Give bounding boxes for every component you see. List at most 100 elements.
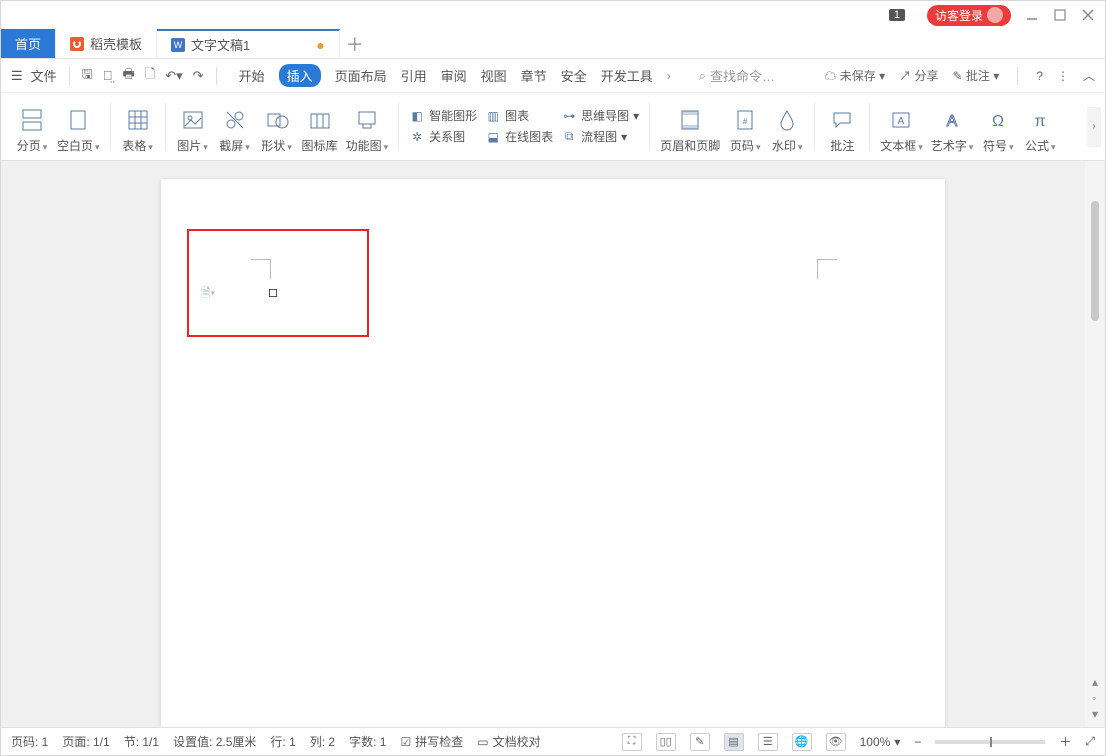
eye-protect-icon[interactable]: 👁 bbox=[826, 733, 846, 751]
symbol-icon: Ω bbox=[985, 107, 1011, 133]
command-search[interactable]: ⌕ 查找命令… bbox=[699, 66, 775, 85]
equation-button[interactable]: π 公式 bbox=[1023, 98, 1057, 154]
status-indent[interactable]: 设置值: 2.5厘米 bbox=[173, 733, 256, 750]
menu-insert[interactable]: 插入 bbox=[279, 64, 321, 87]
flowchart-button[interactable]: ⧉流程图 ▾ bbox=[561, 128, 639, 145]
features-button[interactable]: 功能图 bbox=[346, 98, 389, 154]
menu-dev-tools[interactable]: 开发工具 bbox=[601, 66, 653, 85]
more-icon[interactable]: ⋮ bbox=[1057, 69, 1069, 83]
status-row[interactable]: 行: 1 bbox=[270, 733, 295, 750]
status-page[interactable]: 页面: 1/1 bbox=[62, 733, 109, 750]
menu-start[interactable]: 开始 bbox=[239, 66, 265, 85]
proofread-button[interactable]: ▭ 文档校对 bbox=[477, 733, 540, 750]
flowchart-icon: ⧉ bbox=[561, 129, 577, 145]
document-page[interactable]: 🗎▾ bbox=[161, 179, 945, 727]
word-art-button[interactable]: A 艺术字 bbox=[931, 98, 974, 154]
ribbon-side-collapse-icon[interactable]: › bbox=[1087, 107, 1101, 147]
relation-chart-button[interactable]: ✲关系图 bbox=[409, 128, 477, 145]
status-section[interactable]: 节: 1/1 bbox=[124, 733, 159, 750]
annotate-button[interactable]: ✎ 批注 ▾ bbox=[953, 67, 1000, 84]
menu-page-layout[interactable]: 页面布局 bbox=[335, 66, 387, 85]
hamburger-icon[interactable]: ☰ bbox=[11, 68, 23, 84]
login-button[interactable]: 访客登录 bbox=[927, 5, 1011, 26]
help-icon[interactable]: ? bbox=[1036, 69, 1043, 83]
comment-button[interactable]: 批注 bbox=[825, 98, 859, 154]
watermark-button[interactable]: 水印 bbox=[770, 98, 804, 154]
menu-security[interactable]: 安全 bbox=[561, 66, 587, 85]
icon-library-button[interactable]: 图标库 bbox=[302, 98, 338, 154]
new-tab-button[interactable]: ＋ bbox=[340, 29, 370, 58]
chart-button[interactable]: ▥图表 bbox=[485, 107, 553, 124]
scroll-down-icon[interactable]: ▾ bbox=[1092, 707, 1098, 721]
edit-mode-icon[interactable]: ✎ bbox=[690, 733, 710, 751]
page-view-icon[interactable]: ▤ bbox=[724, 733, 744, 751]
document-canvas[interactable]: 🗎▾ bbox=[1, 161, 1105, 727]
notification-badge[interactable]: 1 bbox=[889, 9, 905, 21]
web-view-icon[interactable]: 🌐 bbox=[792, 733, 812, 751]
undo-icon[interactable]: ↶▾ bbox=[165, 68, 182, 84]
screenshot-button[interactable]: 截屏 bbox=[218, 98, 252, 154]
print-preview-icon[interactable]: 🗋 bbox=[145, 65, 155, 87]
spell-check-button[interactable]: ☑ 拼写检查 bbox=[400, 733, 463, 750]
table-button[interactable]: 表格 bbox=[121, 98, 155, 154]
docer-icon bbox=[70, 37, 84, 51]
online-chart-icon: ⬓ bbox=[485, 129, 501, 145]
smart-graphic-button[interactable]: ◧智能图形 bbox=[409, 107, 477, 124]
menu-view[interactable]: 视图 bbox=[481, 66, 507, 85]
comment-icon bbox=[829, 107, 855, 133]
zoom-out-icon[interactable]: − bbox=[914, 735, 921, 749]
shape-button[interactable]: 形状 bbox=[260, 98, 294, 154]
file-menu[interactable]: 文件 bbox=[31, 66, 57, 85]
zoom-slider[interactable] bbox=[935, 740, 1045, 744]
collapse-ribbon-icon[interactable]: ︿ bbox=[1083, 67, 1095, 84]
status-page-number[interactable]: 页码: 1 bbox=[11, 733, 48, 750]
unsaved-button[interactable]: ☁ 未保存 ▾ bbox=[824, 67, 885, 84]
relation-icon: ✲ bbox=[409, 129, 425, 145]
zoom-value[interactable]: 100% ▾ bbox=[860, 735, 901, 749]
page-number-button[interactable]: # 页码 bbox=[728, 98, 762, 154]
mindmap-button[interactable]: ⊶思维导图 ▾ bbox=[561, 107, 639, 124]
mindmap-icon: ⊶ bbox=[561, 108, 577, 124]
vertical-scrollbar[interactable]: ▴ ◦ ▾ bbox=[1085, 161, 1105, 727]
blank-page-button[interactable]: 空白页 bbox=[57, 98, 100, 154]
paragraph-handle-icon[interactable]: 🗎▾ bbox=[201, 287, 217, 301]
print-icon[interactable]: 🖶 bbox=[123, 65, 135, 87]
document-title: 文字文稿1 bbox=[191, 35, 250, 54]
zoom-in-icon[interactable]: ＋ bbox=[1059, 733, 1071, 750]
fit-window-icon[interactable]: ⤢ bbox=[1085, 734, 1095, 749]
minimize-icon[interactable] bbox=[1025, 8, 1039, 22]
avatar-icon bbox=[987, 7, 1003, 23]
fullscreen-icon[interactable]: ⛶ bbox=[622, 733, 642, 751]
symbol-button[interactable]: Ω 符号 bbox=[981, 98, 1015, 154]
maximize-icon[interactable] bbox=[1053, 8, 1067, 22]
menu-overflow-icon[interactable]: › bbox=[667, 69, 671, 83]
status-char-count[interactable]: 字数: 1 bbox=[349, 733, 386, 750]
page-break-button[interactable]: 分页 bbox=[15, 98, 49, 154]
menu-review[interactable]: 审阅 bbox=[441, 66, 467, 85]
header-footer-button[interactable]: 页眉和页脚 bbox=[660, 98, 720, 154]
readmode-icon[interactable]: ▯▯ bbox=[656, 733, 676, 751]
close-icon[interactable] bbox=[1081, 8, 1095, 22]
scrollbar-thumb[interactable] bbox=[1091, 201, 1099, 321]
redo-icon[interactable]: ↷ bbox=[193, 68, 204, 84]
save-icon[interactable]: 🖫 bbox=[82, 65, 93, 87]
tab-templates[interactable]: 稻壳模板 bbox=[56, 29, 157, 58]
online-chart-button[interactable]: ⬓在线图表 bbox=[485, 128, 553, 145]
smart-graphic-icon: ◧ bbox=[409, 108, 425, 124]
share-button[interactable]: ↗ 分享 bbox=[899, 67, 938, 84]
status-col[interactable]: 列: 2 bbox=[310, 733, 335, 750]
tab-strip: 首页 稻壳模板 W 文字文稿1 ● ＋ bbox=[1, 29, 1105, 59]
scroll-section-icon[interactable]: ◦ bbox=[1092, 691, 1098, 705]
scroll-up-icon[interactable]: ▴ bbox=[1092, 675, 1098, 689]
save-as-icon[interactable]: 🖫̤ bbox=[103, 68, 113, 83]
search-icon: ⌕ bbox=[699, 68, 706, 84]
tab-document[interactable]: W 文字文稿1 ● bbox=[157, 29, 340, 58]
menu-references[interactable]: 引用 bbox=[401, 66, 427, 85]
picture-button[interactable]: 图片 bbox=[176, 98, 210, 154]
outline-view-icon[interactable]: ☰ bbox=[758, 733, 778, 751]
tab-home[interactable]: 首页 bbox=[1, 29, 56, 58]
margin-corner-icon bbox=[251, 259, 271, 279]
unsaved-indicator-icon: ● bbox=[316, 37, 324, 53]
menu-section[interactable]: 章节 bbox=[521, 66, 547, 85]
text-box-button[interactable]: A 文本框 bbox=[880, 98, 923, 154]
